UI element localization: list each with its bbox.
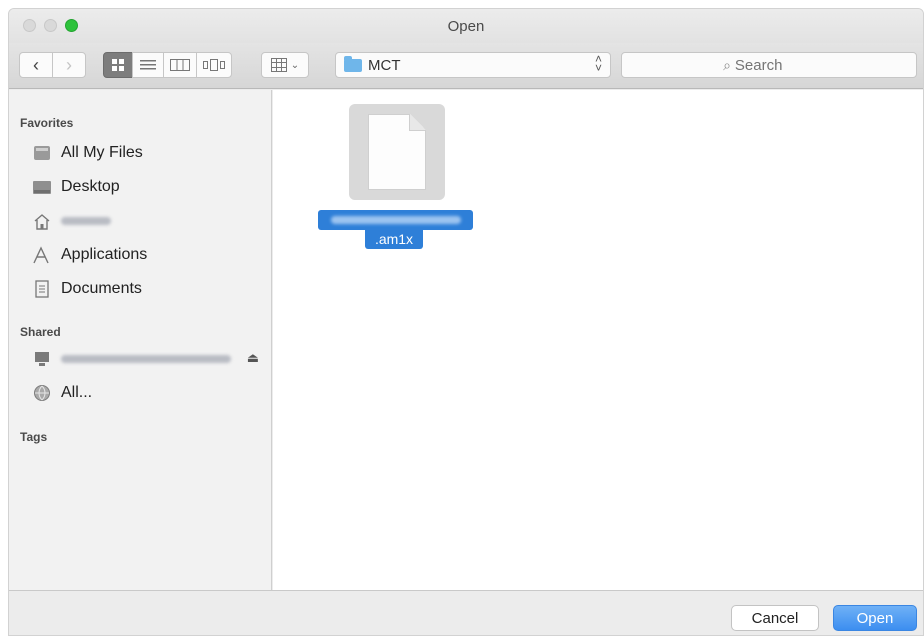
network-icon: [31, 384, 53, 402]
column-view-button[interactable]: [163, 52, 197, 78]
redacted-server-name: [61, 355, 231, 363]
file-browser-area[interactable]: .am1x: [273, 90, 923, 590]
bottom-bar: Cancel Open: [9, 590, 923, 635]
chevron-right-icon: ›: [66, 54, 72, 75]
cancel-button[interactable]: Cancel: [731, 605, 819, 631]
sidebar: Favorites All My Files Desktop Applicati…: [9, 90, 272, 590]
redacted-file-name: [330, 216, 461, 224]
toolbar: ‹ › ⌄ MCT ˄ ˅ ⌕ Search: [9, 43, 923, 89]
desktop-icon: [31, 178, 53, 196]
sidebar-item-applications[interactable]: Applications: [31, 242, 267, 268]
search-icon: ⌕: [723, 56, 731, 73]
document-icon: [368, 114, 426, 190]
sidebar-item-all-network[interactable]: All...: [31, 380, 267, 406]
coverflow-view-button[interactable]: [196, 52, 232, 78]
back-button[interactable]: ‹: [19, 52, 53, 78]
sidebar-item-all-my-files[interactable]: All My Files: [31, 140, 267, 166]
search-field[interactable]: ⌕: [621, 52, 917, 78]
icon-view-icon: [112, 59, 124, 71]
open-dialog-window: Open ‹ › ⌄ MCT ˄ ˅ ⌕ Search Favorites Al…: [8, 8, 924, 636]
sidebar-item-documents[interactable]: Documents: [31, 276, 267, 302]
open-button[interactable]: Open: [833, 605, 917, 631]
all-files-icon: [31, 144, 53, 162]
arrange-grid-icon: [270, 58, 287, 72]
title-bar: Open: [9, 9, 923, 43]
eject-icon[interactable]: ⏏: [247, 350, 259, 366]
folder-icon: [344, 55, 362, 72]
chevron-down-icon: ⌄: [290, 59, 300, 71]
file-thumbnail[interactable]: [349, 104, 445, 200]
list-view-icon: [140, 60, 156, 70]
applications-icon: [31, 246, 53, 264]
sidebar-item-label: Applications: [61, 246, 148, 263]
computer-icon: [31, 350, 53, 368]
tags-header: Tags: [20, 430, 48, 444]
forward-button[interactable]: ›: [52, 52, 86, 78]
sidebar-item-desktop[interactable]: Desktop: [31, 174, 267, 200]
shared-header: Shared: [20, 325, 61, 339]
sidebar-item-label: Documents: [61, 280, 142, 297]
window-title: Open: [447, 18, 485, 35]
arrange-menu-button[interactable]: ⌄: [261, 52, 309, 78]
updown-chevron-icon: ˄ ˅: [594, 52, 602, 75]
favorites-header: Favorites: [20, 116, 74, 130]
location-label: MCT: [368, 56, 401, 74]
sidebar-item-label: All...: [61, 384, 93, 401]
column-view-icon: [170, 59, 190, 71]
sidebar-item-label: All My Files: [61, 144, 143, 161]
file-name-selected-line1[interactable]: [318, 210, 473, 230]
search-input[interactable]: [734, 56, 815, 74]
redacted-username: [61, 217, 111, 225]
icon-view-button[interactable]: [103, 52, 133, 78]
sidebar-item-shared-computer[interactable]: ⏏: [31, 346, 267, 372]
list-view-button[interactable]: [132, 52, 164, 78]
location-popup[interactable]: MCT ˄ ˅: [335, 52, 611, 78]
file-name-extension[interactable]: .am1x: [365, 229, 423, 249]
chevron-left-icon: ‹: [33, 54, 39, 75]
documents-icon: [31, 280, 53, 298]
coverflow-view-icon: [203, 59, 225, 71]
sidebar-item-home[interactable]: [31, 208, 267, 234]
home-icon: [31, 212, 53, 230]
sidebar-item-label: Desktop: [61, 178, 120, 195]
